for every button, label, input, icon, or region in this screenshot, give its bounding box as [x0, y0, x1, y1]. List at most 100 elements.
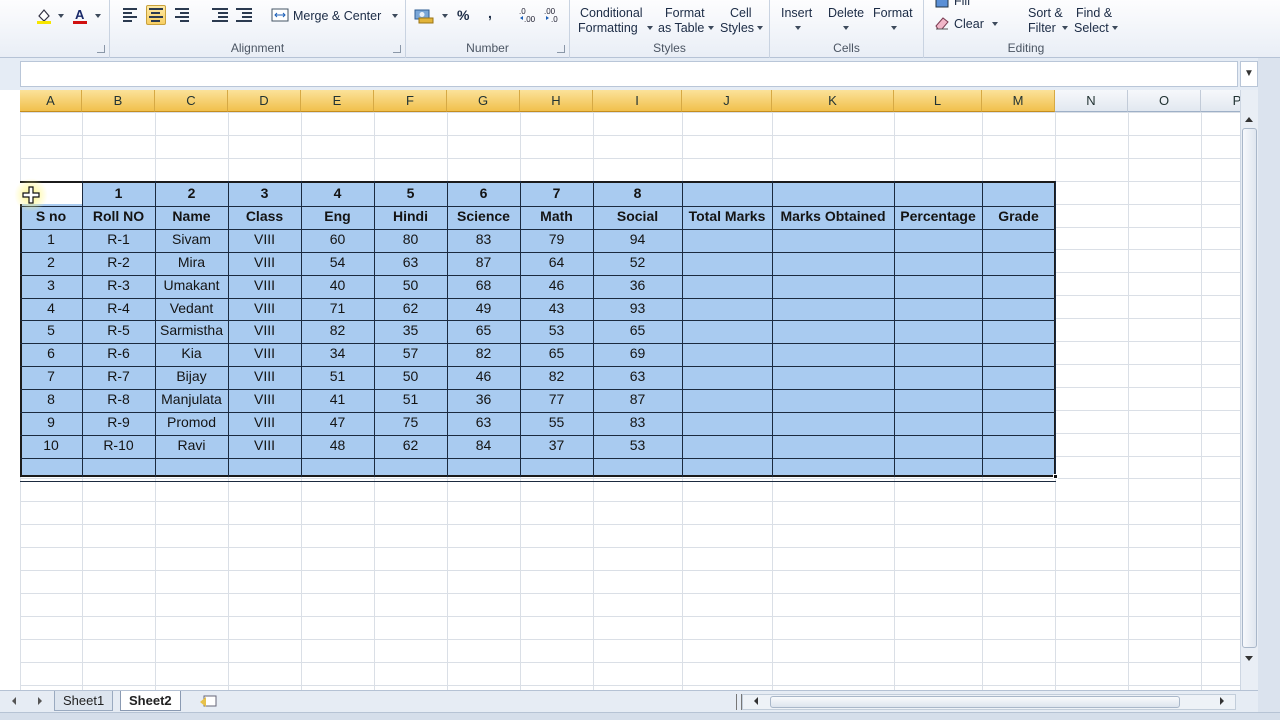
tab-sheet1[interactable]: Sheet1 [54, 691, 114, 711]
column-header-l[interactable]: L [894, 90, 982, 112]
data-cell[interactable]: 68 [447, 274, 520, 296]
accounting-format-dropdown-icon[interactable] [442, 14, 448, 18]
column-header-f[interactable]: F [374, 90, 447, 112]
data-cell[interactable]: 36 [593, 274, 682, 296]
column-header-c[interactable]: C [155, 90, 228, 112]
accounting-format-icon[interactable] [414, 5, 434, 25]
data-cell[interactable]: 63 [593, 365, 682, 387]
data-cell[interactable]: VIII [228, 319, 301, 341]
data-cell[interactable]: R-6 [82, 342, 155, 364]
tab-sheet2[interactable]: Sheet2 [120, 691, 181, 711]
column-number-cell[interactable]: 8 [593, 182, 682, 204]
data-cell[interactable]: Ravi [155, 434, 228, 456]
delete-dropdown-icon[interactable] [843, 26, 849, 30]
data-cell[interactable]: VIII [228, 434, 301, 456]
fill-color-dropdown-icon[interactable] [58, 14, 64, 18]
scroll-right-arrow-icon[interactable] [1216, 695, 1228, 710]
column-header-e[interactable]: E [301, 90, 374, 112]
data-cell[interactable]: R-1 [82, 228, 155, 250]
column-number-cell[interactable]: 4 [301, 182, 374, 204]
data-cell[interactable]: 62 [374, 434, 447, 456]
column-header-p[interactable]: P [1201, 90, 1240, 112]
clear-dropdown-icon[interactable] [992, 22, 998, 26]
column-header-n[interactable]: N [1055, 90, 1128, 112]
data-cell[interactable]: 62 [374, 297, 447, 319]
data-cell[interactable]: 79 [520, 228, 593, 250]
insert-dropdown-icon[interactable] [795, 26, 801, 30]
data-cell[interactable]: 9 [20, 411, 82, 433]
data-cell[interactable]: 65 [593, 319, 682, 341]
data-cell[interactable]: 83 [447, 228, 520, 250]
decrease-decimal-icon[interactable]: .00.0 [543, 5, 563, 25]
format-button[interactable]: Format [873, 6, 913, 20]
align-center-icon[interactable] [146, 5, 166, 25]
comma-style-button[interactable]: , [488, 6, 492, 20]
data-cell[interactable]: 93 [593, 297, 682, 319]
data-cell[interactable]: Mira [155, 251, 228, 273]
data-cell[interactable]: 47 [301, 411, 374, 433]
data-cell[interactable]: 53 [593, 434, 682, 456]
data-cell[interactable]: 83 [593, 411, 682, 433]
data-cell[interactable]: 77 [520, 388, 593, 410]
fill-icon[interactable] [932, 0, 952, 11]
data-cell[interactable]: 1 [20, 228, 82, 250]
data-cell[interactable]: 36 [447, 388, 520, 410]
data-cell[interactable]: 53 [520, 319, 593, 341]
header-cell[interactable]: Grade [982, 205, 1055, 227]
column-header-m[interactable]: M [982, 90, 1055, 112]
align-right-icon[interactable] [172, 5, 192, 25]
scroll-left-arrow-icon[interactable] [750, 695, 762, 710]
data-cell[interactable]: 3 [20, 274, 82, 296]
data-cell[interactable]: R-10 [82, 434, 155, 456]
data-cell[interactable]: 65 [520, 342, 593, 364]
column-number-cell[interactable]: 2 [155, 182, 228, 204]
data-cell[interactable]: 43 [520, 297, 593, 319]
format-dropdown-icon[interactable] [891, 26, 897, 30]
data-cell[interactable]: Vedant [155, 297, 228, 319]
header-cell[interactable]: Class [228, 205, 301, 227]
header-cell[interactable]: Marks Obtained [772, 205, 894, 227]
data-cell[interactable]: Sivam [155, 228, 228, 250]
data-cell[interactable]: 80 [374, 228, 447, 250]
horizontal-scroll-thumb[interactable] [770, 696, 1180, 708]
data-cell[interactable]: 64 [520, 251, 593, 273]
header-cell[interactable]: Science [447, 205, 520, 227]
column-header-o[interactable]: O [1128, 90, 1201, 112]
data-cell[interactable]: R-5 [82, 319, 155, 341]
data-cell[interactable]: VIII [228, 251, 301, 273]
data-cell[interactable]: Bijay [155, 365, 228, 387]
column-header-a[interactable]: A [20, 90, 82, 112]
tab-split-handle[interactable] [736, 694, 742, 710]
column-header-g[interactable]: G [447, 90, 520, 112]
increase-indent-icon[interactable] [234, 5, 254, 25]
column-number-cell[interactable]: 3 [228, 182, 301, 204]
column-header-b[interactable]: B [82, 90, 155, 112]
column-header-d[interactable]: D [228, 90, 301, 112]
data-cell[interactable]: 63 [447, 411, 520, 433]
data-cell[interactable]: 60 [301, 228, 374, 250]
insert-button[interactable]: Insert [781, 6, 812, 20]
eraser-icon[interactable] [932, 13, 952, 33]
header-cell[interactable]: Social [593, 205, 682, 227]
data-cell[interactable]: R-7 [82, 365, 155, 387]
fill-color-icon[interactable] [34, 6, 54, 26]
data-cell[interactable]: 54 [301, 251, 374, 273]
data-cell[interactable]: R-2 [82, 251, 155, 273]
data-cell[interactable]: 75 [374, 411, 447, 433]
worksheet-grid[interactable]: ABCDEFGHIJKLMNOP12345678S no Roll NO Name C… [0, 90, 1240, 690]
merge-center-icon[interactable] [270, 5, 290, 25]
data-cell[interactable]: 82 [447, 342, 520, 364]
prev-sheet-icon[interactable] [8, 695, 20, 710]
merge-center-button[interactable]: Merge & Center [293, 9, 381, 23]
expand-formula-bar-icon[interactable]: ▼ [1240, 61, 1258, 87]
column-header-i[interactable]: I [593, 90, 682, 112]
data-cell[interactable]: Kia [155, 342, 228, 364]
column-header-j[interactable]: J [682, 90, 772, 112]
data-cell[interactable]: 57 [374, 342, 447, 364]
data-cell[interactable]: 4 [20, 297, 82, 319]
data-cell[interactable]: 37 [520, 434, 593, 456]
column-header-k[interactable]: K [772, 90, 894, 112]
data-cell[interactable]: 46 [520, 274, 593, 296]
data-cell[interactable]: 35 [374, 319, 447, 341]
data-cell[interactable]: R-9 [82, 411, 155, 433]
